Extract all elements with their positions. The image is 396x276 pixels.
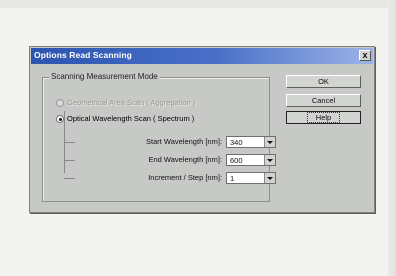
- help-button-label: Help: [306, 112, 341, 123]
- photo-background-edge: [0, 0, 396, 8]
- start-wavelength-label: Start Wavelength [nm]:: [145, 137, 222, 146]
- radio-label: Geometrical Area Scan ( Aggregation ): [67, 98, 196, 107]
- tree-connector-branch: [64, 142, 75, 143]
- close-icon: x: [362, 50, 368, 60]
- increment-step-combobox[interactable]: 1: [226, 172, 276, 184]
- increment-step-label: Increment / Step [nm]:: [148, 173, 222, 182]
- radio-icon: [56, 99, 64, 107]
- cancel-button[interactable]: Cancel: [286, 94, 361, 107]
- end-wavelength-label: End Wavelength [nm]:: [148, 155, 222, 164]
- start-wavelength-value: 340: [230, 138, 243, 147]
- close-button[interactable]: x: [359, 50, 371, 61]
- ok-button-label: OK: [318, 77, 329, 86]
- start-wavelength-combobox[interactable]: 340: [226, 136, 276, 148]
- radio-icon-selected: [56, 115, 64, 123]
- title-bar[interactable]: Options Read Scanning x: [31, 48, 373, 64]
- tree-connector-branch: [64, 178, 75, 179]
- chevron-down-icon[interactable]: [264, 137, 275, 147]
- options-read-scanning-dialog: Options Read Scanning x Scanning Measure…: [29, 46, 375, 213]
- chevron-down-icon[interactable]: [264, 155, 275, 165]
- tree-connector-branch: [64, 160, 75, 161]
- ok-button[interactable]: OK: [286, 75, 361, 88]
- help-button[interactable]: Help: [286, 111, 361, 124]
- cancel-button-label: Cancel: [311, 96, 336, 105]
- end-wavelength-value: 600: [230, 156, 243, 165]
- chevron-down-icon[interactable]: [264, 173, 275, 183]
- photo-background-edge-right: [388, 0, 396, 276]
- groupbox-legend: Scanning Measurement Mode: [49, 72, 160, 81]
- radio-label: Optical Wavelength Scan ( Spectrum ): [67, 114, 195, 123]
- end-wavelength-combobox[interactable]: 600: [226, 154, 276, 166]
- dialog-title: Options Read Scanning: [34, 50, 132, 60]
- increment-step-value: 1: [230, 174, 235, 183]
